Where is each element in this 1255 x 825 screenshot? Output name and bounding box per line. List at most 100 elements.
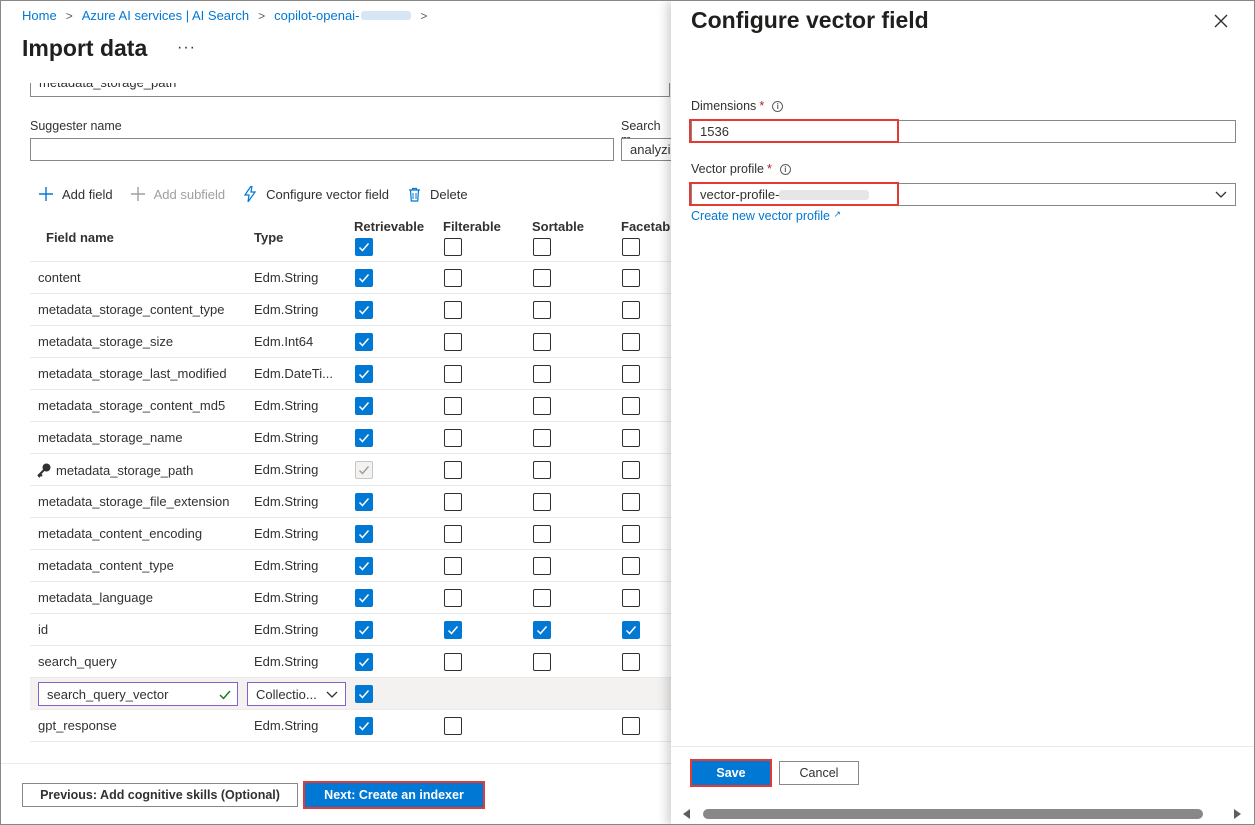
sortable-checkbox[interactable] [533,397,551,415]
select-all-sortable-checkbox[interactable] [533,238,551,256]
table-row[interactable]: metadata_storage_size Edm.Int64 [30,326,671,358]
filterable-checkbox[interactable] [444,365,462,383]
field-name-input[interactable]: search_query_vector [38,682,238,706]
filterable-checkbox[interactable] [444,397,462,415]
table-row[interactable]: search_query_vector Collectio... [30,678,671,710]
field-type-value: Collectio... [256,687,317,702]
sortable-checkbox[interactable] [533,301,551,319]
breadcrumb-ai-search[interactable]: Azure AI services | AI Search [82,8,249,23]
facetable-checkbox[interactable] [622,557,640,575]
cancel-button[interactable]: Cancel [779,761,859,785]
facetable-checkbox[interactable] [622,461,640,479]
retrievable-checkbox[interactable] [355,621,373,639]
table-row[interactable]: gpt_response Edm.String [30,710,671,742]
facetable-checkbox[interactable] [622,653,640,671]
facetable-checkbox[interactable] [622,333,640,351]
previous-button[interactable]: Previous: Add cognitive skills (Optional… [22,783,298,807]
sortable-checkbox[interactable] [533,621,551,639]
table-row[interactable]: metadata_storage_name Edm.String [30,422,671,454]
sortable-checkbox[interactable] [533,525,551,543]
key-field-input[interactable]: metadata_storage_path [30,83,670,97]
horizontal-scrollbar[interactable] [683,806,1243,822]
facetable-checkbox[interactable] [622,429,640,447]
sortable-checkbox[interactable] [533,493,551,511]
close-icon[interactable] [1211,11,1231,31]
table-row[interactable]: metadata_storage_path Edm.String [30,454,671,486]
table-row[interactable]: metadata_language Edm.String [30,582,671,614]
filterable-checkbox[interactable] [444,269,462,287]
filterable-checkbox[interactable] [444,493,462,511]
select-all-retrievable-checkbox[interactable] [355,238,373,256]
field-type-cell: Edm.String [254,462,319,477]
facetable-checkbox[interactable] [622,301,640,319]
sortable-checkbox[interactable] [533,557,551,575]
retrievable-checkbox[interactable] [355,557,373,575]
table-row[interactable]: metadata_content_type Edm.String [30,550,671,582]
table-row[interactable]: metadata_storage_content_type Edm.String [30,294,671,326]
retrievable-checkbox[interactable] [355,333,373,351]
add-field-button[interactable]: Add field [37,185,113,203]
table-row[interactable]: search_query Edm.String [30,646,671,678]
filterable-checkbox[interactable] [444,621,462,639]
breadcrumb-service[interactable]: copilot-openai- [274,8,412,23]
facetable-checkbox[interactable] [622,589,640,607]
retrievable-checkbox[interactable] [355,685,373,703]
facetable-checkbox[interactable] [622,365,640,383]
filterable-checkbox[interactable] [444,717,462,735]
facetable-checkbox[interactable] [622,397,640,415]
facetable-checkbox[interactable] [622,493,640,511]
retrievable-checkbox[interactable] [355,365,373,383]
configure-vector-field-button[interactable]: Configure vector field [241,185,389,203]
more-options-button[interactable]: ··· [177,39,196,57]
table-row[interactable]: metadata_content_encoding Edm.String [30,518,671,550]
breadcrumb-home[interactable]: Home [22,8,57,23]
retrievable-checkbox[interactable] [355,525,373,543]
delete-button[interactable]: Delete [405,185,468,203]
field-type-dropdown[interactable]: Collectio... [247,682,346,706]
table-row[interactable]: metadata_storage_last_modified Edm.DateTi… [30,358,671,390]
facetable-checkbox[interactable] [622,621,640,639]
info-icon[interactable]: i [779,164,791,175]
table-row[interactable]: content Edm.String [30,262,671,294]
filterable-checkbox[interactable] [444,557,462,575]
retrievable-checkbox[interactable] [355,269,373,287]
add-subfield-button[interactable]: Add subfield [129,185,225,203]
sortable-checkbox[interactable] [533,589,551,607]
sortable-checkbox[interactable] [533,365,551,383]
field-name-cell: gpt_response [38,718,117,733]
sortable-checkbox[interactable] [533,653,551,671]
table-row[interactable]: metadata_storage_file_extension Edm.Strin… [30,486,671,518]
select-all-filterable-checkbox[interactable] [444,238,462,256]
retrievable-checkbox[interactable] [355,429,373,447]
facetable-checkbox[interactable] [622,269,640,287]
sortable-checkbox[interactable] [533,461,551,479]
filterable-checkbox[interactable] [444,333,462,351]
facetable-checkbox[interactable] [622,717,640,735]
filterable-checkbox[interactable] [444,525,462,543]
required-marker: * [759,99,765,113]
filterable-checkbox[interactable] [444,653,462,671]
retrievable-checkbox[interactable] [355,717,373,735]
facetable-checkbox[interactable] [622,525,640,543]
sortable-checkbox[interactable] [533,429,551,447]
table-row[interactable]: metadata_storage_content_md5 Edm.String [30,390,671,422]
scroll-right-icon[interactable] [1233,809,1241,819]
retrievable-checkbox[interactable] [355,493,373,511]
create-new-vector-profile-link[interactable]: Create new vector profile ↗ [691,209,841,223]
select-all-facetable-checkbox[interactable] [622,238,640,256]
retrievable-checkbox[interactable] [355,653,373,671]
scroll-left-icon[interactable] [683,809,691,819]
filterable-checkbox[interactable] [444,461,462,479]
suggester-name-input[interactable] [30,138,614,161]
retrievable-checkbox[interactable] [355,301,373,319]
sortable-checkbox[interactable] [533,269,551,287]
info-icon[interactable]: i [772,101,784,112]
filterable-checkbox[interactable] [444,429,462,447]
scrollbar-thumb[interactable] [703,809,1203,819]
retrievable-checkbox[interactable] [355,589,373,607]
filterable-checkbox[interactable] [444,589,462,607]
retrievable-checkbox[interactable] [355,397,373,415]
sortable-checkbox[interactable] [533,333,551,351]
filterable-checkbox[interactable] [444,301,462,319]
table-row[interactable]: id Edm.String [30,614,671,646]
